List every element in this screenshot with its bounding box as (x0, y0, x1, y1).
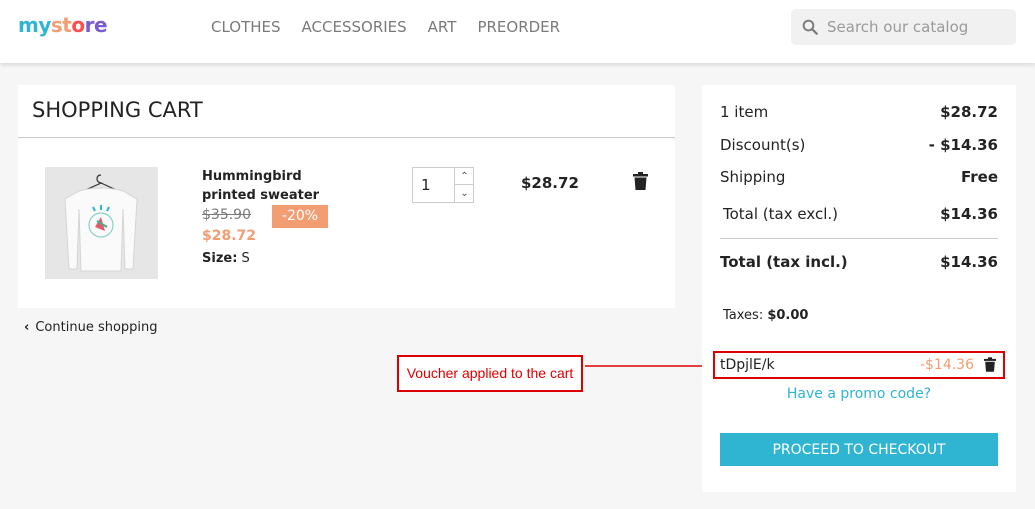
size-value: S (241, 251, 250, 266)
voucher-amount: -$14.36 (919, 357, 974, 373)
product-name-link[interactable]: Hummingbird printed sweater (202, 167, 352, 205)
product-line-total: $28.72 (521, 174, 579, 192)
divider (18, 137, 675, 138)
items-count-label: 1 item (720, 103, 769, 121)
taxes-line: Taxes: $0.00 (723, 308, 808, 323)
applied-voucher: tDpjlE/k -$14.36 (713, 351, 1005, 379)
items-subtotal: $28.72 (940, 103, 998, 121)
summary-total-incl-row: Total (tax incl.) $14.36 (720, 253, 998, 271)
search-input[interactable] (827, 16, 1007, 38)
nav-item-art[interactable]: ART (428, 18, 457, 36)
total-incl-value: $14.36 (940, 253, 998, 271)
chevron-up-icon[interactable]: ⌃ (454, 168, 474, 185)
total-incl-label: Total (tax incl.) (720, 253, 848, 271)
summary-items-row: 1 item $28.72 (720, 103, 998, 121)
chevron-down-icon[interactable]: ⌄ (454, 185, 474, 202)
divider (720, 238, 998, 239)
product-size: Size: S (202, 251, 250, 266)
nav-item-preorder[interactable]: PREORDER (477, 18, 560, 36)
annotation-callout: Voucher applied to the cart (397, 355, 583, 392)
summary-shipping-row: Shipping Free (720, 168, 998, 186)
continue-shopping-link[interactable]: ‹ Continue shopping (24, 320, 158, 335)
logo-part-4: re (84, 13, 108, 37)
product-image[interactable] (45, 167, 158, 279)
total-excl-value: $14.36 (940, 205, 998, 223)
shipping-value: Free (960, 168, 998, 186)
cart-summary: 1 item $28.72 Discount(s) - $14.36 Shipp… (702, 85, 1016, 492)
logo-part-3: o (71, 13, 85, 37)
nav-item-accessories[interactable]: ACCESSORIES (302, 18, 407, 36)
quantity-stepper: 1 ⌃ ⌄ (412, 167, 474, 203)
store-logo[interactable]: mystore (18, 13, 108, 37)
taxes-label: Taxes: (723, 308, 764, 323)
logo-part-2: st (50, 13, 72, 37)
summary-total-excl-row: Total (tax excl.) $14.36 (723, 205, 998, 223)
nav-item-clothes[interactable]: CLOTHES (211, 18, 281, 36)
quantity-input[interactable]: 1 (421, 176, 431, 194)
voucher-code: tDpjlE/k (720, 357, 775, 373)
taxes-value: $0.00 (767, 308, 809, 323)
discount-value: - $14.36 (928, 136, 998, 154)
promo-code-link[interactable]: Have a promo code? (702, 386, 1016, 402)
page-title: SHOPPING CART (32, 98, 203, 122)
proceed-to-checkout-button[interactable]: PROCEED TO CHECKOUT (720, 433, 998, 466)
annotation-arrow (585, 361, 713, 371)
current-price: $28.72 (202, 228, 257, 244)
logo-part-1: my (18, 13, 51, 37)
shipping-label: Shipping (720, 168, 786, 186)
cart-panel: SHOPPING CART Hummingbird printed sweate… (18, 85, 675, 308)
continue-shopping-label: Continue shopping (35, 320, 158, 335)
trash-icon[interactable] (633, 172, 648, 194)
discount-label: Discount(s) (720, 136, 806, 154)
total-excl-label: Total (tax excl.) (723, 205, 838, 223)
size-label: Size: (202, 251, 238, 266)
regular-price: $35.90 (202, 207, 251, 223)
site-header: mystore CLOTHES ACCESSORIES ART PREORDER (0, 0, 1035, 63)
search-box (791, 9, 1016, 45)
summary-discount-row: Discount(s) - $14.36 (720, 136, 998, 154)
discount-badge: -20% (272, 205, 328, 228)
trash-icon[interactable] (984, 357, 996, 376)
search-icon[interactable] (801, 18, 819, 36)
chevron-left-icon: ‹ (24, 320, 30, 335)
main-nav: CLOTHES ACCESSORIES ART PREORDER (211, 18, 560, 36)
